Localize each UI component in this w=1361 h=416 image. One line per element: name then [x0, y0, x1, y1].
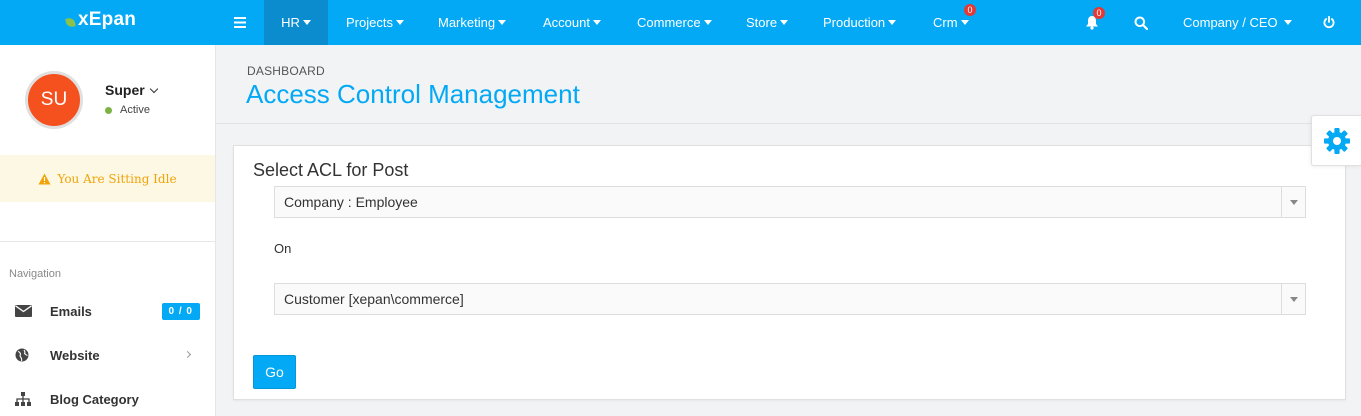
page-header: DASHBOARD Access Control Management — [216, 45, 1361, 124]
nav-crm-label: Crm — [933, 15, 958, 30]
nav-commerce-label: Commerce — [637, 15, 701, 30]
entity-select-value: Customer [xepan\commerce] — [284, 291, 464, 307]
menu-toggle-button[interactable] — [226, 0, 254, 45]
brand-logo[interactable]: xEpan — [65, 9, 137, 31]
dropdown-arrow-icon — [1281, 284, 1305, 314]
nav-projects[interactable]: Projects — [346, 0, 404, 45]
email-counter-badge: 0 / 0 — [161, 303, 200, 320]
sidebar: SU Super Active You Are Sitting Idle Nav… — [0, 45, 216, 416]
search-button[interactable] — [1130, 0, 1152, 45]
dropdown-arrow-icon — [1281, 187, 1305, 217]
caret-down-icon — [780, 20, 789, 25]
sidebar-item-label: Website — [50, 347, 100, 363]
chevron-down-icon — [149, 84, 158, 93]
acl-form-panel: Select ACL for Post Company : Employee O… — [233, 145, 1346, 400]
nav-projects-label: Projects — [346, 15, 393, 30]
nav-production-label: Production — [823, 15, 886, 30]
envelope-icon — [0, 305, 50, 317]
user-name-dropdown[interactable]: Super — [105, 82, 158, 98]
nav-heading: Navigation — [9, 268, 61, 280]
nav-hr-label: HR — [281, 15, 300, 30]
globe-icon — [0, 348, 50, 362]
nav-account[interactable]: Account — [543, 0, 601, 45]
nav-hr[interactable]: HR — [264, 0, 328, 45]
status-dot-icon — [105, 106, 112, 114]
go-button[interactable]: Go — [253, 355, 296, 389]
entity-select[interactable]: Customer [xepan\commerce] — [274, 283, 1306, 315]
notifications-button[interactable]: 0 — [1080, 0, 1105, 45]
user-status: Active — [105, 104, 150, 116]
sidebar-item-label: Blog Category — [50, 391, 139, 407]
nav-crm[interactable]: Crm 0 — [933, 0, 976, 45]
sidebar-item-blog-category[interactable]: Blog Category — [0, 384, 215, 414]
chevron-right-icon — [183, 350, 192, 359]
leaf-icon — [65, 16, 76, 28]
nav-store-label: Store — [746, 15, 778, 30]
brand-name: xEpan — [78, 9, 137, 30]
warning-icon — [38, 173, 51, 184]
hamburger-icon — [234, 17, 246, 28]
breadcrumb[interactable]: DASHBOARD — [247, 64, 325, 78]
sitemap-icon — [0, 392, 50, 406]
nav-store[interactable]: Store — [746, 0, 789, 45]
sidebar-item-label: Emails — [50, 303, 92, 319]
acl-post-label: Select ACL for Post — [253, 160, 409, 180]
caret-down-icon — [960, 20, 969, 25]
nav-marketing-label: Marketing — [438, 15, 496, 30]
user-status-label: Active — [120, 104, 150, 116]
search-icon — [1134, 16, 1148, 30]
nav-account-label: Account — [543, 15, 590, 30]
page-title: Access Control Management — [246, 79, 580, 109]
sidebar-item-website[interactable]: Website — [0, 340, 215, 370]
caret-down-icon — [888, 20, 897, 25]
user-menu-label: Company / CEO — [1183, 15, 1278, 30]
avatar[interactable]: SU — [25, 71, 83, 129]
post-select[interactable]: Company : Employee — [274, 186, 1306, 218]
caret-down-icon — [498, 20, 507, 25]
caret-down-icon — [302, 20, 311, 25]
nav-commerce[interactable]: Commerce — [637, 0, 712, 45]
top-navbar: xEpan HR Projects Marketing Account Comm… — [0, 0, 1361, 45]
crm-badge: 0 — [964, 4, 976, 16]
nav-marketing[interactable]: Marketing — [438, 0, 507, 45]
idle-alert: You Are Sitting Idle — [0, 155, 215, 202]
caret-down-icon — [592, 20, 601, 25]
logout-button[interactable] — [1319, 0, 1339, 45]
caret-down-icon — [395, 20, 404, 25]
power-icon — [1323, 16, 1335, 29]
settings-toggle[interactable] — [1311, 115, 1361, 166]
gear-icon — [1323, 127, 1350, 154]
nav-production[interactable]: Production — [823, 0, 897, 45]
user-name: Super — [105, 82, 145, 98]
notification-badge: 0 — [1093, 7, 1105, 19]
sidebar-item-emails[interactable]: Emails 0 / 0 — [0, 296, 215, 326]
user-menu[interactable]: Company / CEO — [1183, 0, 1292, 45]
caret-down-icon — [1283, 20, 1292, 25]
post-select-value: Company : Employee — [284, 194, 418, 210]
caret-down-icon — [703, 20, 712, 25]
divider — [0, 241, 215, 242]
on-label: On — [274, 241, 292, 256]
idle-message: You Are Sitting Idle — [57, 171, 177, 186]
